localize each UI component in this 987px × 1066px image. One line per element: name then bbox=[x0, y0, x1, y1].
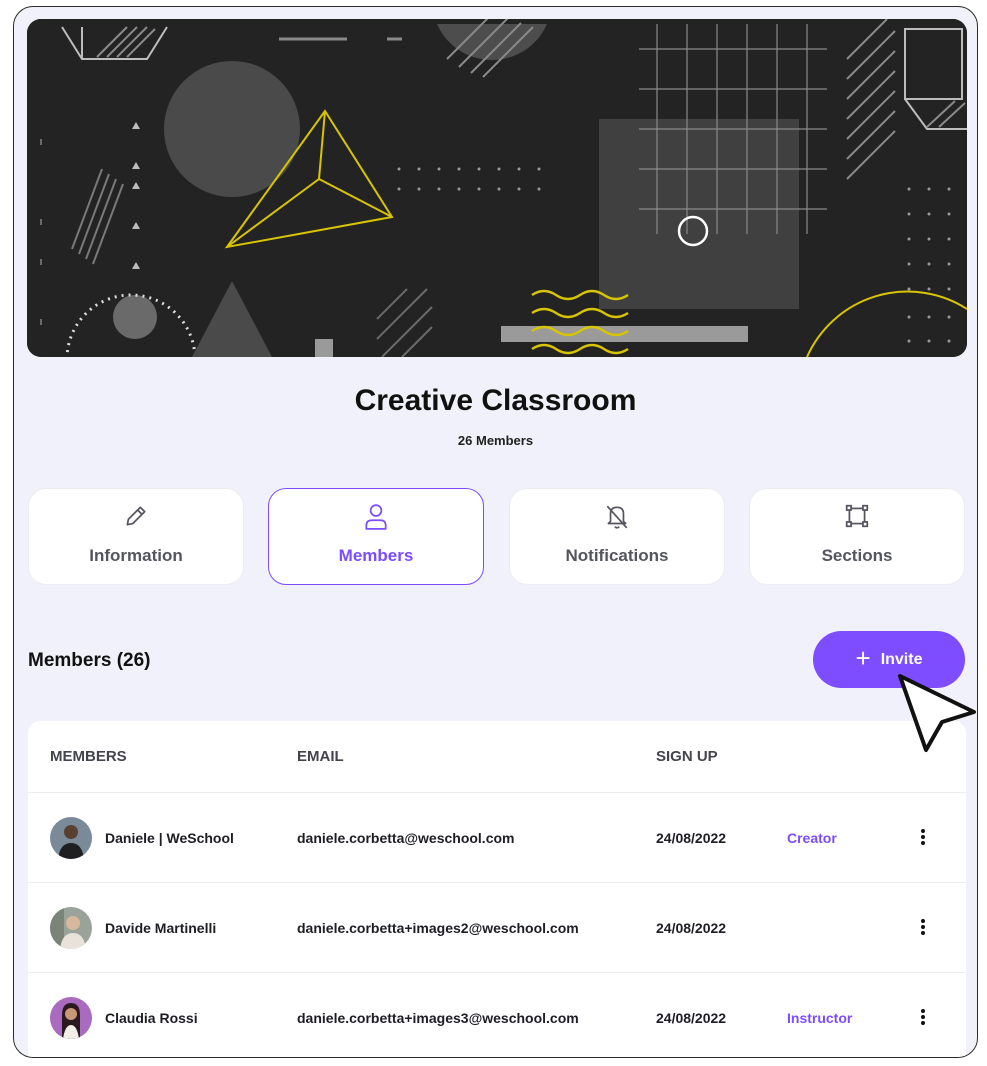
tab-information[interactable]: Information bbox=[28, 488, 244, 585]
bell-off-icon bbox=[510, 503, 724, 533]
column-header-members[interactable]: MEMBERS bbox=[50, 748, 127, 765]
member-name[interactable]: Claudia Rossi bbox=[105, 1010, 198, 1026]
sections-icon bbox=[750, 503, 964, 533]
column-header-email[interactable]: EMAIL bbox=[297, 748, 344, 765]
classroom-cover-banner bbox=[27, 19, 967, 357]
table-row[interactable]: Davide Martinelli daniele.corbetta+image… bbox=[28, 883, 966, 973]
member-name[interactable]: Daniele | WeSchool bbox=[105, 830, 234, 846]
tab-label: Information bbox=[89, 546, 183, 565]
tab-notifications[interactable]: Notifications bbox=[509, 488, 725, 585]
tab-members[interactable]: Members bbox=[268, 488, 484, 585]
more-options-icon[interactable] bbox=[917, 1007, 929, 1029]
member-signup-date: 24/08/2022 bbox=[656, 920, 727, 936]
tab-label: Members bbox=[338, 546, 414, 565]
avatar[interactable] bbox=[50, 907, 92, 949]
member-email: daniele.corbetta@weschool.com bbox=[297, 830, 515, 846]
classroom-tabs: Information Members Notifications Sectio… bbox=[28, 488, 966, 587]
member-email: daniele.corbetta+images2@weschool.com bbox=[297, 920, 579, 936]
avatar[interactable] bbox=[50, 817, 92, 859]
member-name[interactable]: Davide Martinelli bbox=[105, 920, 216, 936]
classroom-window: Creative Classroom 26 Members Informatio… bbox=[13, 6, 978, 1058]
tab-sections[interactable]: Sections bbox=[749, 488, 965, 585]
more-options-icon[interactable] bbox=[917, 827, 929, 849]
plus-icon: + bbox=[855, 643, 871, 673]
tab-label: Notifications bbox=[565, 546, 669, 565]
members-table: MEMBERS EMAIL SIGN UP Daniele | WeSchool… bbox=[28, 721, 966, 1057]
column-header-signup[interactable]: SIGN UP bbox=[656, 748, 718, 765]
member-role-badge: Instructor bbox=[787, 1010, 853, 1026]
user-icon bbox=[269, 503, 483, 533]
member-email: daniele.corbetta+images3@weschool.com bbox=[297, 1010, 579, 1026]
more-options-icon[interactable] bbox=[917, 917, 929, 939]
member-signup-date: 24/08/2022 bbox=[656, 830, 727, 846]
mouse-pointer-icon bbox=[890, 666, 980, 763]
table-row[interactable]: Claudia Rossi daniele.corbetta+images3@w… bbox=[28, 973, 966, 1057]
tab-label: Sections bbox=[821, 546, 893, 565]
member-count: 26 Members bbox=[457, 433, 534, 448]
table-row[interactable]: Daniele | WeSchool daniele.corbetta@wesc… bbox=[28, 793, 966, 883]
member-signup-date: 24/08/2022 bbox=[656, 1010, 727, 1026]
member-role-badge: Creator bbox=[787, 830, 837, 846]
table-header: MEMBERS EMAIL SIGN UP bbox=[28, 721, 966, 793]
classroom-title: Creative Classroom bbox=[354, 384, 637, 417]
avatar[interactable] bbox=[50, 997, 92, 1039]
members-section-title: Members (26) bbox=[28, 650, 151, 671]
pencil-icon bbox=[29, 503, 243, 533]
